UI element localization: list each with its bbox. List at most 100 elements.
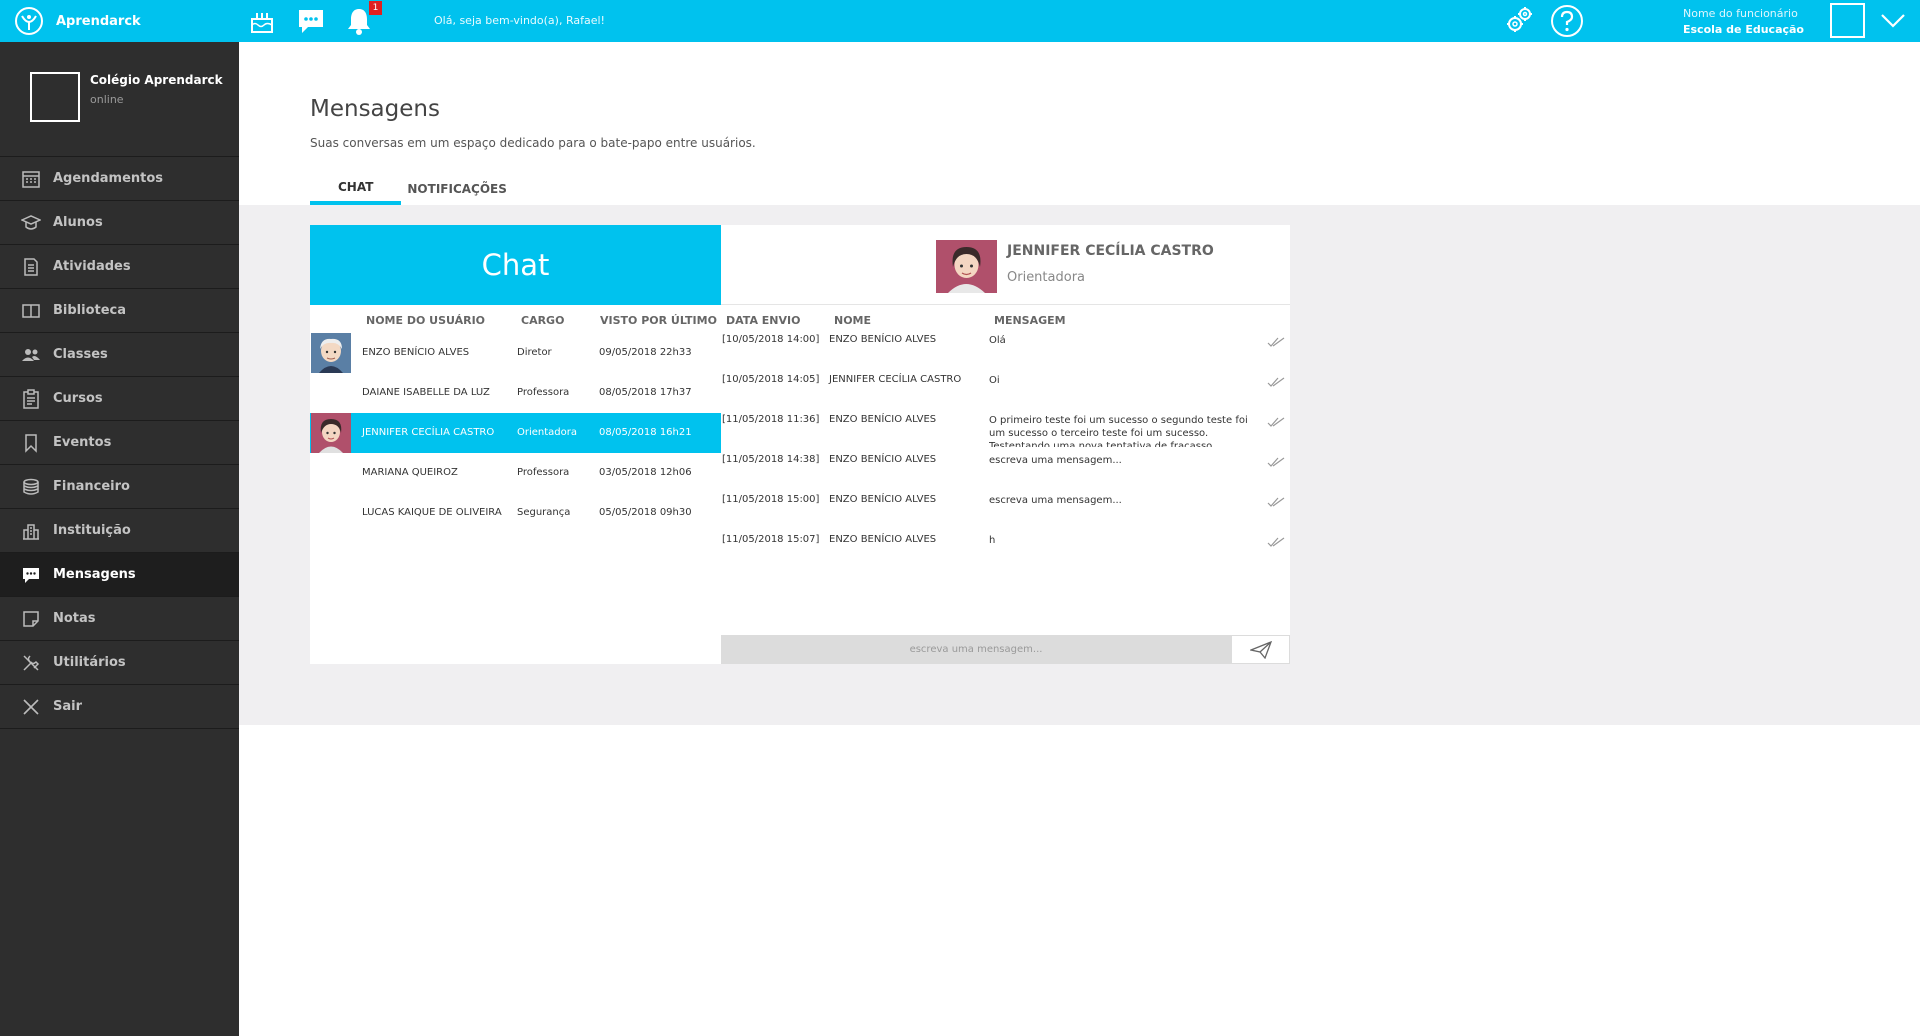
user-last-seen: 08/05/2018 17h37 [599,387,692,398]
graduation-cap-icon [21,214,41,230]
message-date: [10/05/2018 14:00] [722,334,820,345]
paper-plane-icon [1249,640,1272,659]
tab-notificacoes[interactable]: NOTIFICAÇÕES [401,172,535,205]
logo-icon [15,7,43,35]
sidebar-item-classes[interactable]: Classes [0,333,239,377]
document-icon [24,257,38,276]
message-row: [11/05/2018 14:38] ENZO BENÍCIO ALVES es… [721,454,1290,494]
message-date: [11/05/2018 11:36] [722,414,820,425]
page-subtitle: Suas conversas em um espaço dedicado par… [310,136,756,150]
help-icon[interactable] [1550,4,1584,38]
cake-icon[interactable] [247,6,277,36]
user-last-seen: 03/05/2018 12h06 [599,467,692,478]
user-role: Nome do funcionário [1683,7,1798,20]
sidebar-item-alunos[interactable]: Alunos [0,201,239,245]
user-row[interactable]: ENZO BENÍCIO ALVES Diretor 09/05/2018 22… [310,333,721,373]
sidebar-item-label: Utilitários [53,655,126,670]
brand-link[interactable]: Aprendarck [14,6,141,36]
sidebar-item-label: Instituição [53,523,131,538]
sidebar-item-label: Sair [53,699,83,714]
message-text: escreva uma mensagem... [989,455,1122,466]
double-check-icon [1267,537,1285,547]
double-check-icon [1267,497,1285,507]
message-date: [11/05/2018 15:00] [722,494,820,505]
user-row[interactable]: MARIANA QUEIROZ Professora 03/05/2018 12… [310,453,721,493]
message-text: O primeiro teste foi um sucesso o segund… [989,415,1248,447]
message-row: [11/05/2018 11:36] ENZO BENÍCIO ALVES O … [721,414,1290,454]
message-date: [10/05/2018 14:05] [722,374,820,385]
building-icon [23,523,39,540]
sidebar-item-sair[interactable]: Sair [0,685,239,729]
user-row[interactable]: LUCAS KAIQUE DE OLIVEIRA Segurança 05/05… [310,493,721,533]
user-role: Diretor [517,347,552,358]
page-title: Mensagens [310,96,440,122]
user-last-seen: 09/05/2018 22h33 [599,347,692,358]
school-status: online [90,93,124,106]
sidebar-item-label: Mensagens [53,567,136,582]
column-header-role: CARGO [521,314,565,327]
sidebar-item-label: Eventos [53,435,112,450]
sidebar-item-financeiro[interactable]: Financeiro [0,465,239,509]
user-role: Professora [517,467,570,478]
user-last-seen: 08/05/2018 16h21 [599,427,692,438]
message-sender: JENNIFER CECÍLIA CASTRO [829,374,962,385]
contact-role: Orientadora [1007,270,1086,285]
message-input[interactable] [721,635,1231,664]
tab-chat[interactable]: CHAT [310,172,402,205]
chevron-down-icon[interactable] [1880,11,1906,31]
send-button[interactable] [1231,635,1290,664]
double-check-icon [1267,457,1285,467]
message-text: h [989,535,996,546]
sidebar-item-biblioteca[interactable]: Biblioteca [0,289,239,333]
conversation-header: JENNIFER CECÍLIA CASTRO Orientadora [721,225,1290,305]
user-name: JENNIFER CECÍLIA CASTRO [362,427,495,438]
sidebar-item-label: Atividades [53,259,131,274]
contact-avatar [936,240,997,293]
column-header-name: NOME DO USUÁRIO [366,314,486,327]
gears-icon[interactable] [1504,5,1534,35]
sidebar-item-label: Agendamentos [53,171,164,186]
top-bar: Aprendarck 1 Olá, seja bem-vindo(a), Raf… [0,0,1920,42]
conversation-panel: JENNIFER CECÍLIA CASTRO Orientadora DATA… [721,225,1290,664]
message-sender: ENZO BENÍCIO ALVES [829,534,937,545]
user-role: Professora [517,387,570,398]
bookmark-icon [25,433,37,453]
sidebar-menu: Agendamentos Alunos Atividades Bibliotec… [0,156,239,729]
sidebar-item-label: Financeiro [53,479,130,494]
sidebar-item-cursos[interactable]: Cursos [0,377,239,421]
message-sender: ENZO BENÍCIO ALVES [829,494,937,505]
chat-bubble-icon[interactable] [296,6,326,36]
brand-name: Aprendarck [56,13,141,29]
user-name: MARIANA QUEIROZ [362,467,458,478]
column-header-message: MENSAGEM [994,314,1066,327]
user-row[interactable]: DAIANE ISABELLE DA LUZ Professora 08/05/… [310,373,721,413]
message-sender: ENZO BENÍCIO ALVES [829,414,937,425]
user-row-selected[interactable]: JENNIFER CECÍLIA CASTRO Orientadora 08/0… [310,413,721,453]
message-sender: ENZO BENÍCIO ALVES [829,334,937,345]
message-row: [11/05/2018 15:00] ENZO BENÍCIO ALVES es… [721,494,1290,534]
clipboard-icon [23,388,39,409]
sidebar-item-notas[interactable]: Notas [0,597,239,641]
sidebar-item-mensagens[interactable]: Mensagens [0,553,239,597]
close-icon [23,698,39,715]
sidebar-item-label: Classes [53,347,108,362]
message-icon [23,567,39,583]
user-avatar[interactable] [1830,3,1865,38]
tools-icon [23,654,40,671]
users-icon [22,348,40,361]
sidebar-item-utilitarios[interactable]: Utilitários [0,641,239,685]
sidebar-item-label: Cursos [53,391,103,406]
message-text: Oi [989,375,1000,386]
sidebar-item-atividades[interactable]: Atividades [0,245,239,289]
user-role: Orientadora [517,427,578,438]
chat-header: Chat [310,225,721,305]
school-name: Colégio Aprendarck [90,73,223,87]
column-header-sender: NOME [834,314,872,327]
user-school: Escola de Educação [1683,23,1804,36]
message-text: Olá [989,335,1006,346]
chat-user-list: Chat NOME DO USUÁRIO CARGO VISTO POR ÚLT… [310,225,721,664]
double-check-icon [1267,377,1285,387]
sidebar-item-eventos[interactable]: Eventos [0,421,239,465]
sidebar-item-agendamentos[interactable]: Agendamentos [0,157,239,201]
sidebar-item-instituicao[interactable]: Instituição [0,509,239,553]
